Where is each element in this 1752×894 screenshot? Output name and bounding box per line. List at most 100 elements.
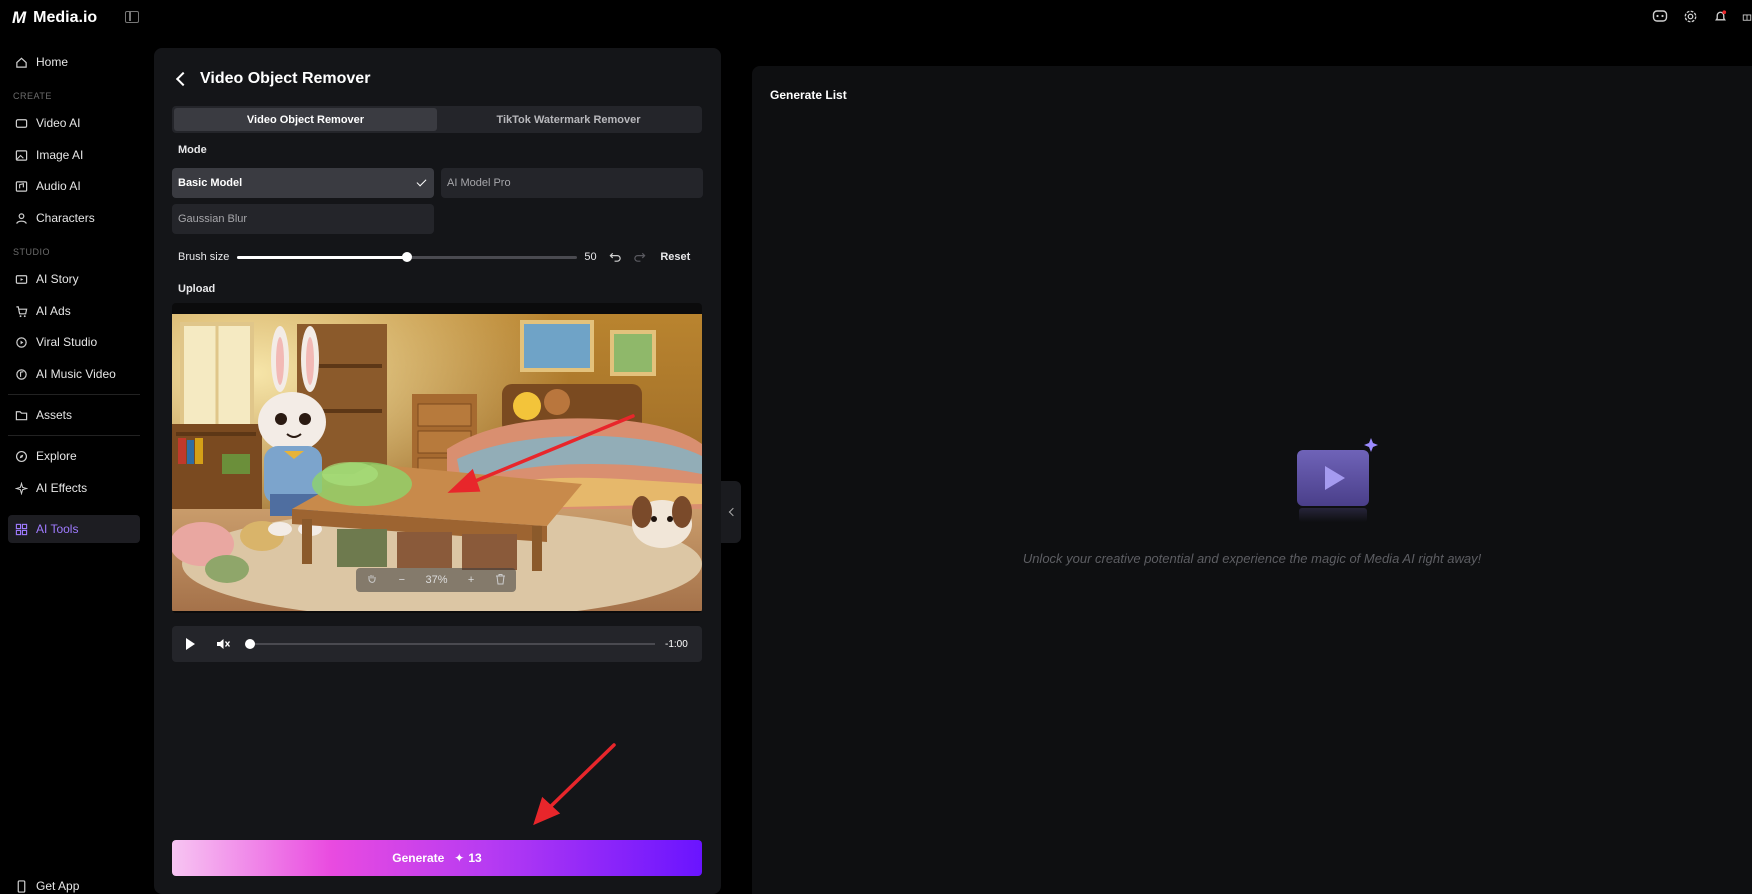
zoom-toolbar: − 37% + [356, 568, 516, 592]
zoom-out-icon[interactable]: − [399, 574, 405, 586]
tool-tabs: Video Object Remover TikTok Watermark Re… [172, 106, 702, 133]
mode-ai-model-pro-button[interactable]: AI Model Pro [441, 168, 703, 198]
back-arrow-icon[interactable] [175, 71, 191, 87]
panel-header: Video Object Remover [174, 70, 370, 88]
panel-collapse-handle[interactable] [721, 481, 741, 543]
upload-label: Upload [178, 283, 216, 295]
chevron-left-icon [728, 507, 737, 517]
ads-icon [14, 304, 28, 318]
sidebar-item-label: Audio AI [36, 179, 81, 193]
brand-name: Media.io [33, 9, 98, 26]
empty-state-video-icon [1289, 432, 1379, 522]
mode-basic-model-button[interactable]: Basic Model [172, 168, 434, 198]
mode-gaussian-blur-button[interactable]: Gaussian Blur [172, 204, 434, 234]
mode-label: Mode [178, 144, 207, 156]
bell-icon[interactable] [1712, 8, 1728, 24]
discord-icon[interactable] [1652, 8, 1668, 24]
compass-icon [14, 449, 28, 463]
sidebar-item-ai-tools[interactable]: AI Tools [8, 515, 140, 543]
trash-icon[interactable] [495, 573, 506, 588]
generate-list-panel: Generate List Unlock your creative poten… [752, 66, 1752, 894]
slider-thumb[interactable] [402, 251, 413, 262]
sidebar-item-label: Image AI [36, 148, 84, 162]
zoom-in-icon[interactable]: + [468, 574, 474, 586]
sidebar: M Media.io Home CREATE Video AI Image AI… [0, 0, 150, 894]
video-preview: − 37% + [172, 303, 702, 663]
slider-fill [237, 255, 408, 259]
mode-label-text: AI Model Pro [447, 177, 511, 189]
phone-icon [14, 879, 28, 893]
sidebar-item-ai-story[interactable]: AI Story [8, 265, 140, 293]
sidebar-item-ai-effects[interactable]: AI Effects [8, 474, 140, 502]
sidebar-item-label: AI Effects [36, 481, 88, 495]
generate-credits: 13 [468, 851, 482, 865]
sidebar-item-get-app[interactable]: Get App [8, 875, 140, 894]
sidebar-item-characters[interactable]: Characters [8, 204, 140, 232]
play-icon[interactable] [186, 638, 195, 650]
sidebar-item-viral-studio[interactable]: Viral Studio [8, 328, 140, 356]
sidebar-item-ai-music-video[interactable]: AI Music Video [8, 360, 140, 388]
video-canvas[interactable] [172, 314, 702, 611]
video-progress-bar[interactable] [245, 639, 655, 649]
video-controls: -1:00 [172, 626, 702, 662]
sidebar-item-explore[interactable]: Explore [8, 442, 140, 470]
viral-icon [14, 335, 28, 349]
sidebar-item-ai-ads[interactable]: AI Ads [8, 297, 140, 325]
sidebar-item-label: Assets [36, 408, 73, 422]
page-title: Video Object Remover [200, 70, 371, 87]
tab-video-object-remover[interactable]: Video Object Remover [174, 108, 437, 131]
check-icon [416, 176, 427, 187]
folder-icon [14, 408, 28, 422]
sidebar-item-audio-ai[interactable]: Audio AI [8, 172, 140, 200]
section-label-studio: STUDIO [13, 247, 51, 257]
redo-icon[interactable] [632, 250, 646, 264]
sidebar-item-home[interactable]: Home [8, 48, 140, 76]
user-icon [14, 211, 28, 225]
home-icon [14, 55, 28, 69]
reset-button[interactable]: Reset [660, 251, 690, 263]
tool-panel: Video Object Remover Video Object Remove… [154, 48, 721, 894]
tab-tiktok-watermark-remover[interactable]: TikTok Watermark Remover [437, 108, 700, 131]
brush-size-label: Brush size [178, 251, 230, 263]
sidebar-item-label: AI Ads [36, 304, 71, 318]
hand-icon[interactable] [366, 573, 378, 588]
sidebar-divider [8, 394, 140, 395]
sidebar-item-assets[interactable]: Assets [8, 401, 140, 429]
sidebar-item-label: Video AI [36, 116, 81, 130]
tools-icon [14, 522, 28, 536]
sidebar-toggle-icon[interactable] [125, 11, 139, 23]
section-label-create: CREATE [13, 91, 52, 101]
brush-size-slider[interactable] [237, 251, 578, 262]
sidebar-item-video-ai[interactable]: Video AI [8, 109, 140, 137]
sidebar-item-label: Characters [36, 211, 95, 225]
audio-icon [14, 179, 28, 193]
story-icon [14, 272, 28, 286]
bedroom-scene-image [172, 314, 702, 611]
undo-icon[interactable] [608, 250, 622, 264]
app-root: M Media.io Home CREATE Video AI Image AI… [0, 0, 1752, 894]
video-icon [14, 116, 28, 130]
mute-icon[interactable] [215, 637, 231, 651]
gear-icon[interactable] [1682, 8, 1698, 24]
sidebar-item-label: AI Story [36, 272, 79, 286]
brush-size-value: 50 [584, 251, 597, 263]
sparkle-icon [14, 481, 28, 495]
brush-size-row: Brush size 50 Reset [178, 247, 700, 267]
sidebar-item-label: AI Tools [36, 522, 79, 536]
generate-button[interactable]: Generate ✦ 13 [172, 840, 702, 876]
empty-state-message: Unlock your creative potential and exper… [1022, 551, 1482, 566]
image-icon [14, 148, 28, 162]
sidebar-item-label: Viral Studio [36, 335, 98, 349]
sidebar-item-label: AI Music Video [36, 367, 116, 381]
progress-thumb[interactable] [245, 639, 255, 649]
brand[interactable]: M Media.io [12, 8, 97, 28]
brand-logo-icon: M [12, 8, 26, 27]
generate-list-title: Generate List [770, 88, 847, 102]
sidebar-divider [8, 435, 140, 436]
mode-label-text: Basic Model [178, 177, 243, 189]
sidebar-item-image-ai[interactable]: Image AI [8, 141, 140, 169]
time-remaining: -1:00 [665, 638, 688, 650]
zoom-level: 37% [425, 574, 448, 586]
gift-icon[interactable] [1742, 8, 1752, 24]
video-frame: − 37% + [172, 303, 702, 613]
